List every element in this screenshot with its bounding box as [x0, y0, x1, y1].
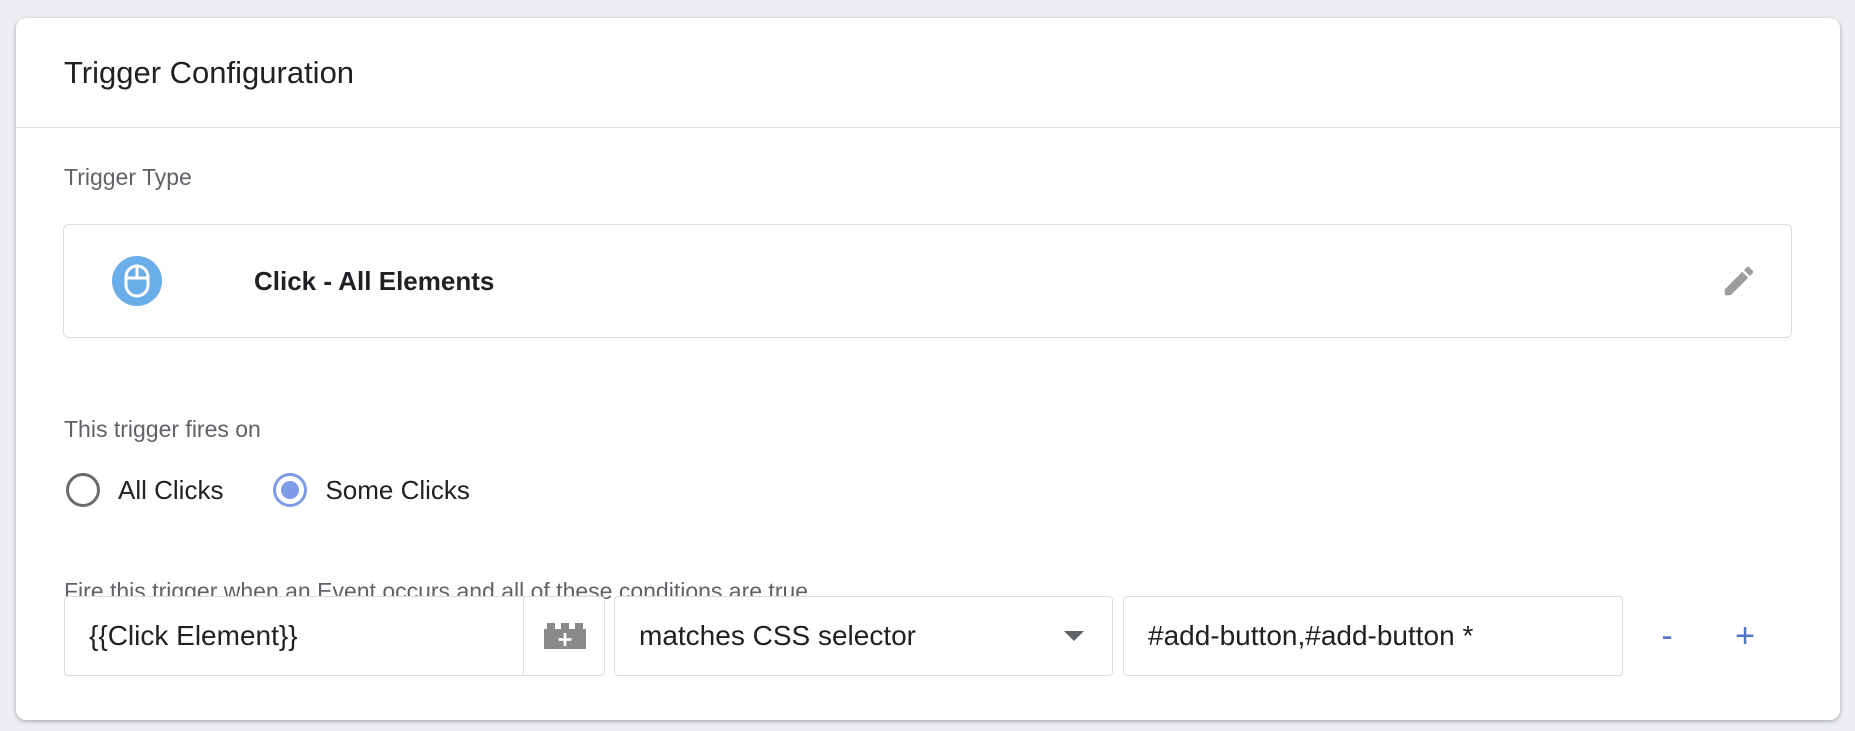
- radio-label-some-clicks: Some Clicks: [325, 474, 470, 505]
- building-block-add-icon[interactable]: [524, 597, 605, 675]
- radio-dot: [281, 481, 300, 499]
- mouse-icon: [112, 256, 162, 306]
- dropdown-arrow-icon: [1064, 631, 1084, 641]
- card-title: Trigger Configuration: [64, 54, 355, 90]
- condition-row: {{Click Element}} matches CSS selector #…: [48, 596, 1788, 676]
- trigger-configuration-card: Trigger Configuration Trigger Type Click…: [16, 18, 1840, 720]
- remove-condition-button[interactable]: -: [1637, 596, 1697, 676]
- radio-button-unchecked[interactable]: [66, 473, 100, 507]
- add-condition-button[interactable]: +: [1715, 596, 1775, 676]
- variable-field[interactable]: {{Click Element}}: [64, 596, 605, 676]
- condition-value-input[interactable]: #add-button,#add-button *: [1123, 596, 1623, 676]
- radio-button-checked[interactable]: [273, 473, 308, 507]
- variable-value: {{Click Element}}: [89, 620, 298, 651]
- radio-all-clicks[interactable]: All Clicks: [66, 473, 223, 507]
- trigger-type-label: Trigger Type: [64, 164, 192, 190]
- fires-on-radio-group: All Clicks Some Clicks: [66, 466, 520, 514]
- pencil-icon[interactable]: [1719, 261, 1759, 301]
- operator-select[interactable]: matches CSS selector: [614, 596, 1113, 676]
- radio-label-all-clicks: All Clicks: [118, 474, 224, 505]
- trigger-type-name: Click - All Elements: [254, 265, 495, 296]
- trigger-type-box[interactable]: Click - All Elements: [63, 224, 1792, 338]
- fires-on-label: This trigger fires on: [64, 416, 261, 442]
- condition-value: #add-button,#add-button *: [1148, 620, 1474, 651]
- radio-some-clicks[interactable]: Some Clicks: [273, 473, 470, 507]
- operator-value: matches CSS selector: [639, 620, 916, 651]
- card-header: Trigger Configuration: [16, 18, 1840, 128]
